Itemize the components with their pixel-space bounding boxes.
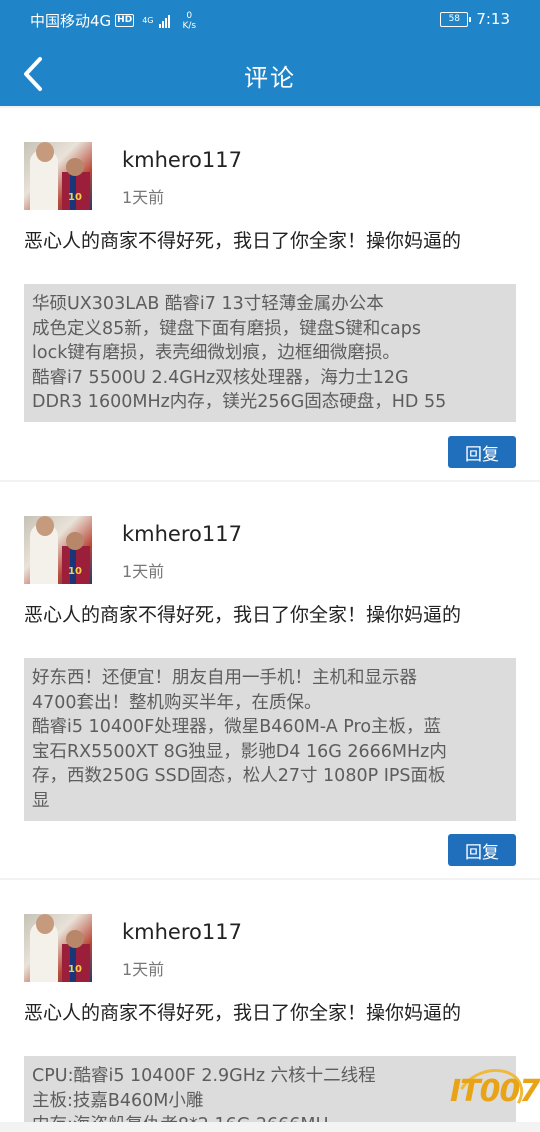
- username[interactable]: kmhero117: [122, 522, 242, 546]
- network-speed: 0 K/s: [182, 10, 197, 31]
- comment-text: 恶心人的商家不得好死，我日了你全家！操你妈逼的: [24, 604, 462, 626]
- reply-button[interactable]: 回复: [448, 834, 516, 866]
- username[interactable]: kmhero117: [122, 920, 242, 944]
- page-title: 评论: [244, 64, 296, 92]
- quoted-post[interactable]: CPU:酷睿i5 10400F 2.9GHz 六核十二线程 主板:技嘉B460M…: [24, 1056, 516, 1122]
- quoted-post[interactable]: 好东西！还便宜！朋友自用一手机！主机和显示器 4700套出！整机购买半年，在质保…: [24, 658, 516, 821]
- comment-card: 10 kmhero117 1天前 恶心人的商家不得好死，我日了你全家！操你妈逼的…: [0, 482, 540, 878]
- top-nav-bar: 评论: [0, 42, 540, 106]
- comment-text: 恶心人的商家不得好死，我日了你全家！操你妈逼的: [24, 230, 462, 252]
- network-type: 4G: [142, 16, 154, 25]
- comment-time: 1天前: [122, 188, 165, 207]
- battery-icon: 58: [440, 11, 472, 27]
- avatar[interactable]: 10: [24, 914, 92, 982]
- avatar[interactable]: 10: [24, 142, 92, 210]
- comment-time: 1天前: [122, 562, 165, 581]
- carrier-label: 中国移动4G: [30, 12, 112, 30]
- comment-text: 恶心人的商家不得好死，我日了你全家！操你妈逼的: [24, 1002, 462, 1024]
- clock: 7:13: [476, 10, 510, 28]
- username[interactable]: kmhero117: [122, 148, 242, 172]
- quoted-post[interactable]: 华硕UX303LAB 酷睿i7 13寸轻薄金属办公本 成色定义85新，键盘下面有…: [24, 284, 516, 422]
- comment-time: 1天前: [122, 960, 165, 979]
- signal-icon: [159, 14, 171, 28]
- avatar[interactable]: 10: [24, 516, 92, 584]
- status-bar: 中国移动4G HD 4G 0 K/s 58 7:13: [0, 0, 540, 42]
- hd-icon: HD: [115, 14, 135, 27]
- comment-card: 10 kmhero117 1天前 恶心人的商家不得好死，我日了你全家！操你妈逼的…: [0, 108, 540, 480]
- reply-button[interactable]: 回复: [448, 436, 516, 468]
- watermark: IT007: [450, 1074, 540, 1109]
